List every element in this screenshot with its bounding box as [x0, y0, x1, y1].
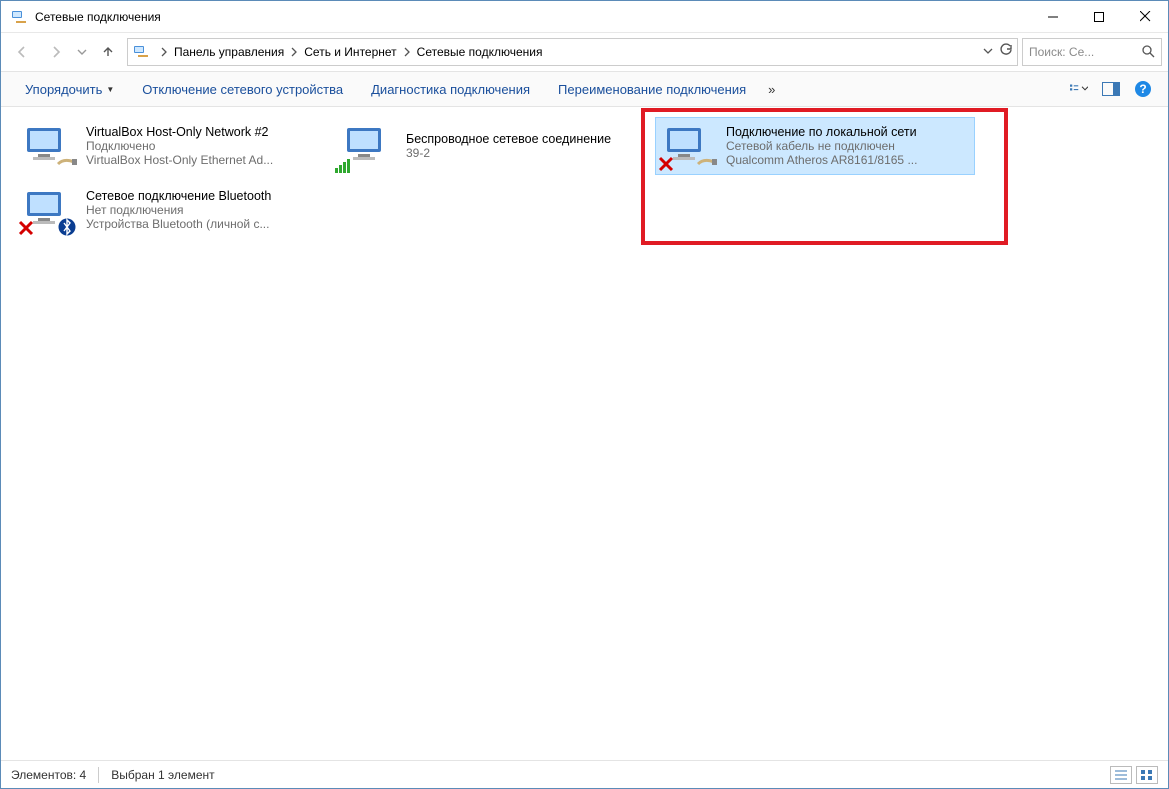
close-button[interactable] [1122, 1, 1168, 32]
connection-name: Сетевое подключение Bluetooth [86, 189, 271, 203]
disable-device-button[interactable]: Отключение сетевого устройства [128, 72, 357, 106]
up-button[interactable] [93, 37, 123, 67]
connection-item-bluetooth[interactable]: Сетевое подключение Bluetooth Нет подклю… [15, 181, 335, 239]
window-title: Сетевые подключения [35, 10, 1030, 24]
chevron-right-icon[interactable] [288, 47, 300, 57]
command-bar: Упорядочить▼ Отключение сетевого устройс… [1, 71, 1168, 107]
ethernet-disconnected-icon [660, 122, 714, 170]
address-bar: Панель управления Сеть и Интернет Сетевы… [1, 33, 1168, 71]
search-icon[interactable] [1141, 44, 1155, 61]
connection-status: 39-2 [406, 146, 611, 160]
chevron-right-icon[interactable] [401, 47, 413, 57]
connection-status: Сетевой кабель не подключен [726, 139, 917, 153]
help-button[interactable]: ? [1134, 80, 1152, 98]
connection-item-wifi[interactable]: Беспроводное сетевое соединение 39-2 [335, 117, 655, 175]
bluetooth-disconnected-icon [20, 186, 74, 234]
icons-view-button[interactable] [1136, 766, 1158, 784]
back-button[interactable] [7, 37, 37, 67]
details-view-button[interactable] [1110, 766, 1132, 784]
connection-name: Беспроводное сетевое соединение [406, 132, 611, 146]
diagnose-button[interactable]: Диагностика подключения [357, 72, 544, 106]
minimize-button[interactable] [1030, 1, 1076, 32]
svg-text:?: ? [1139, 82, 1146, 96]
connection-device: Устройства Bluetooth (личной с... [86, 217, 271, 231]
connection-device: Qualcomm Atheros AR8161/8165 ... [726, 153, 917, 167]
network-connections-icon [11, 9, 27, 25]
status-separator [98, 767, 99, 783]
breadcrumb-item[interactable]: Сетевые подключения [413, 39, 547, 65]
content-area[interactable]: VirtualBox Host-Only Network #2 Подключе… [1, 107, 1168, 760]
title-bar: Сетевые подключения [1, 1, 1168, 33]
view-options-button[interactable] [1070, 80, 1088, 98]
ethernet-icon [20, 122, 74, 170]
chevron-right-icon[interactable] [158, 47, 170, 57]
connection-name: VirtualBox Host-Only Network #2 [86, 125, 273, 139]
forward-button[interactable] [41, 37, 71, 67]
connection-device: VirtualBox Host-Only Ethernet Ad... [86, 153, 273, 167]
wifi-icon [340, 122, 394, 170]
connection-item-lan[interactable]: Подключение по локальной сети Сетевой ка… [655, 117, 975, 175]
rename-button[interactable]: Переименование подключения [544, 72, 760, 106]
connection-item-virtualbox[interactable]: VirtualBox Host-Only Network #2 Подключе… [15, 117, 335, 175]
status-selected: Выбран 1 элемент [111, 768, 214, 782]
connection-name: Подключение по локальной сети [726, 125, 917, 139]
organize-menu[interactable]: Упорядочить▼ [11, 72, 128, 106]
search-placeholder: Поиск: Се... [1029, 45, 1094, 59]
maximize-button[interactable] [1076, 1, 1122, 32]
connection-status: Подключено [86, 139, 273, 153]
connection-status: Нет подключения [86, 203, 271, 217]
recent-locations-button[interactable] [75, 47, 89, 57]
refresh-icon[interactable] [999, 43, 1013, 62]
status-bar: Элементов: 4 Выбран 1 элемент [1, 760, 1168, 788]
arrow-down-icon: ▼ [106, 85, 114, 94]
chevron-down-icon[interactable] [983, 43, 993, 61]
breadcrumb-path[interactable]: Панель управления Сеть и Интернет Сетевы… [127, 38, 1018, 66]
breadcrumb-item[interactable]: Панель управления [170, 39, 288, 65]
overflow-chevron[interactable]: » [760, 72, 783, 106]
preview-pane-button[interactable] [1102, 80, 1120, 98]
breadcrumb-item[interactable]: Сеть и Интернет [300, 39, 400, 65]
search-box[interactable]: Поиск: Се... [1022, 38, 1162, 66]
folder-icon [132, 41, 154, 63]
status-count: Элементов: 4 [11, 768, 86, 782]
